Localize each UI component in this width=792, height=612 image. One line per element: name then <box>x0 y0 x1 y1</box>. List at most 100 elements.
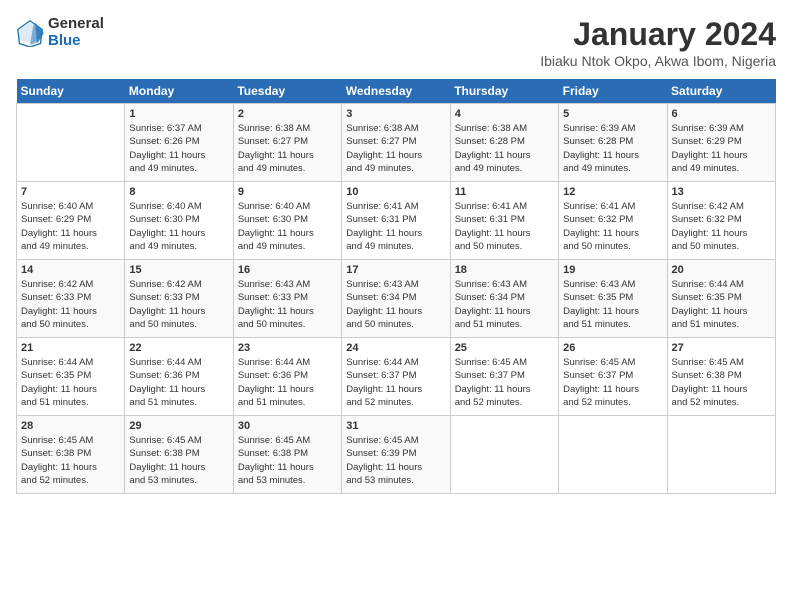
day-number: 26 <box>563 342 662 354</box>
day-info: Sunrise: 6:42 AM Sunset: 6:32 PM Dayligh… <box>672 200 771 253</box>
day-info: Sunrise: 6:39 AM Sunset: 6:28 PM Dayligh… <box>563 122 662 175</box>
calendar-cell: 24 Sunrise: 6:44 AM Sunset: 6:37 PM Dayli… <box>342 338 450 416</box>
day-info: Sunrise: 6:45 AM Sunset: 6:38 PM Dayligh… <box>21 434 120 487</box>
calendar-cell: 21 Sunrise: 6:44 AM Sunset: 6:35 PM Dayli… <box>17 338 125 416</box>
calendar-week-3: 14Sunrise: 6:42 AM Sunset: 6:33 PM Dayli… <box>17 260 776 338</box>
day-number: 8 <box>129 186 228 198</box>
calendar-week-2: 7 Sunrise: 6:40 AM Sunset: 6:29 PM Daylig… <box>17 182 776 260</box>
day-number: 7 <box>21 186 120 198</box>
day-number: 11 <box>455 186 554 198</box>
day-info: Sunrise: 6:45 AM Sunset: 6:39 PM Dayligh… <box>346 434 445 487</box>
day-info: Sunrise: 6:41 AM Sunset: 6:31 PM Dayligh… <box>455 200 554 253</box>
calendar-cell: 9Sunrise: 6:40 AM Sunset: 6:30 PM Daylig… <box>233 182 341 260</box>
day-info: Sunrise: 6:43 AM Sunset: 6:34 PM Dayligh… <box>455 278 554 331</box>
day-number: 27 <box>672 342 771 354</box>
calendar-cell: 31 Sunrise: 6:45 AM Sunset: 6:39 PM Dayli… <box>342 416 450 494</box>
calendar-cell: 27 Sunrise: 6:45 AM Sunset: 6:38 PM Dayli… <box>667 338 775 416</box>
logo-icon <box>16 19 44 47</box>
calendar-cell: 25Sunrise: 6:45 AM Sunset: 6:37 PM Dayli… <box>450 338 558 416</box>
logo: General Blue <box>16 16 104 49</box>
calendar-cell <box>17 104 125 182</box>
day-info: Sunrise: 6:44 AM Sunset: 6:35 PM Dayligh… <box>672 278 771 331</box>
day-number: 12 <box>563 186 662 198</box>
calendar-cell: 4Sunrise: 6:38 AM Sunset: 6:28 PM Daylig… <box>450 104 558 182</box>
day-info: Sunrise: 6:45 AM Sunset: 6:37 PM Dayligh… <box>563 356 662 409</box>
day-number: 6 <box>672 108 771 120</box>
day-info: Sunrise: 6:41 AM Sunset: 6:32 PM Dayligh… <box>563 200 662 253</box>
header: General Blue January 2024 Ibiaku Ntok Ok… <box>16 16 776 69</box>
calendar-table: SundayMondayTuesdayWednesdayThursdayFrid… <box>16 79 776 494</box>
day-info: Sunrise: 6:42 AM Sunset: 6:33 PM Dayligh… <box>129 278 228 331</box>
day-info: Sunrise: 6:45 AM Sunset: 6:38 PM Dayligh… <box>129 434 228 487</box>
day-number: 20 <box>672 264 771 276</box>
calendar-cell: 11 Sunrise: 6:41 AM Sunset: 6:31 PM Dayli… <box>450 182 558 260</box>
logo-blue: Blue <box>48 33 104 50</box>
weekday-header-monday: Monday <box>125 79 233 104</box>
day-info: Sunrise: 6:45 AM Sunset: 6:38 PM Dayligh… <box>238 434 337 487</box>
calendar-cell: 15 Sunrise: 6:42 AM Sunset: 6:33 PM Dayli… <box>125 260 233 338</box>
calendar-cell: 8Sunrise: 6:40 AM Sunset: 6:30 PM Daylig… <box>125 182 233 260</box>
calendar-cell: 2 Sunrise: 6:38 AM Sunset: 6:27 PM Daylig… <box>233 104 341 182</box>
day-number: 21 <box>21 342 120 354</box>
day-info: Sunrise: 6:44 AM Sunset: 6:36 PM Dayligh… <box>129 356 228 409</box>
day-number: 31 <box>346 420 445 432</box>
day-info: Sunrise: 6:43 AM Sunset: 6:33 PM Dayligh… <box>238 278 337 331</box>
day-info: Sunrise: 6:42 AM Sunset: 6:33 PM Dayligh… <box>21 278 120 331</box>
weekday-header-row: SundayMondayTuesdayWednesdayThursdayFrid… <box>17 79 776 104</box>
weekday-header-wednesday: Wednesday <box>342 79 450 104</box>
day-info: Sunrise: 6:41 AM Sunset: 6:31 PM Dayligh… <box>346 200 445 253</box>
calendar-cell: 17Sunrise: 6:43 AM Sunset: 6:34 PM Dayli… <box>342 260 450 338</box>
day-info: Sunrise: 6:40 AM Sunset: 6:30 PM Dayligh… <box>238 200 337 253</box>
calendar-cell: 13 Sunrise: 6:42 AM Sunset: 6:32 PM Dayli… <box>667 182 775 260</box>
day-number: 15 <box>129 264 228 276</box>
calendar-header: SundayMondayTuesdayWednesdayThursdayFrid… <box>17 79 776 104</box>
calendar-cell <box>559 416 667 494</box>
title-block: January 2024 Ibiaku Ntok Okpo, Akwa Ibom… <box>540 16 776 69</box>
day-info: Sunrise: 6:39 AM Sunset: 6:29 PM Dayligh… <box>672 122 771 175</box>
calendar-cell: 18 Sunrise: 6:43 AM Sunset: 6:34 PM Dayli… <box>450 260 558 338</box>
day-info: Sunrise: 6:38 AM Sunset: 6:27 PM Dayligh… <box>238 122 337 175</box>
main-title: January 2024 <box>540 16 776 53</box>
day-number: 13 <box>672 186 771 198</box>
calendar-cell: 3 Sunrise: 6:38 AM Sunset: 6:27 PM Daylig… <box>342 104 450 182</box>
day-number: 17 <box>346 264 445 276</box>
calendar-cell: 12 Sunrise: 6:41 AM Sunset: 6:32 PM Dayli… <box>559 182 667 260</box>
calendar-cell: 10Sunrise: 6:41 AM Sunset: 6:31 PM Dayli… <box>342 182 450 260</box>
weekday-header-tuesday: Tuesday <box>233 79 341 104</box>
day-number: 22 <box>129 342 228 354</box>
day-number: 16 <box>238 264 337 276</box>
day-info: Sunrise: 6:38 AM Sunset: 6:27 PM Dayligh… <box>346 122 445 175</box>
day-number: 23 <box>238 342 337 354</box>
calendar-cell <box>450 416 558 494</box>
calendar-cell: 19Sunrise: 6:43 AM Sunset: 6:35 PM Dayli… <box>559 260 667 338</box>
day-info: Sunrise: 6:45 AM Sunset: 6:37 PM Dayligh… <box>455 356 554 409</box>
day-number: 24 <box>346 342 445 354</box>
calendar-cell: 14Sunrise: 6:42 AM Sunset: 6:33 PM Dayli… <box>17 260 125 338</box>
day-number: 29 <box>129 420 228 432</box>
calendar-cell: 16 Sunrise: 6:43 AM Sunset: 6:33 PM Dayli… <box>233 260 341 338</box>
calendar-cell: 29 Sunrise: 6:45 AM Sunset: 6:38 PM Dayli… <box>125 416 233 494</box>
weekday-header-saturday: Saturday <box>667 79 775 104</box>
day-number: 28 <box>21 420 120 432</box>
calendar-cell: 30Sunrise: 6:45 AM Sunset: 6:38 PM Dayli… <box>233 416 341 494</box>
weekday-header-sunday: Sunday <box>17 79 125 104</box>
day-number: 1 <box>129 108 228 120</box>
subtitle: Ibiaku Ntok Okpo, Akwa Ibom, Nigeria <box>540 53 776 69</box>
weekday-header-friday: Friday <box>559 79 667 104</box>
day-number: 5 <box>563 108 662 120</box>
day-number: 18 <box>455 264 554 276</box>
calendar-cell: 7 Sunrise: 6:40 AM Sunset: 6:29 PM Daylig… <box>17 182 125 260</box>
calendar-cell: 23 Sunrise: 6:44 AM Sunset: 6:36 PM Dayli… <box>233 338 341 416</box>
day-info: Sunrise: 6:44 AM Sunset: 6:37 PM Dayligh… <box>346 356 445 409</box>
calendar-cell: 22 Sunrise: 6:44 AM Sunset: 6:36 PM Dayli… <box>125 338 233 416</box>
day-number: 19 <box>563 264 662 276</box>
day-info: Sunrise: 6:44 AM Sunset: 6:36 PM Dayligh… <box>238 356 337 409</box>
calendar-cell: 6 Sunrise: 6:39 AM Sunset: 6:29 PM Daylig… <box>667 104 775 182</box>
day-info: Sunrise: 6:45 AM Sunset: 6:38 PM Dayligh… <box>672 356 771 409</box>
day-info: Sunrise: 6:44 AM Sunset: 6:35 PM Dayligh… <box>21 356 120 409</box>
weekday-header-thursday: Thursday <box>450 79 558 104</box>
day-number: 4 <box>455 108 554 120</box>
day-number: 2 <box>238 108 337 120</box>
day-number: 3 <box>346 108 445 120</box>
day-info: Sunrise: 6:40 AM Sunset: 6:29 PM Dayligh… <box>21 200 120 253</box>
